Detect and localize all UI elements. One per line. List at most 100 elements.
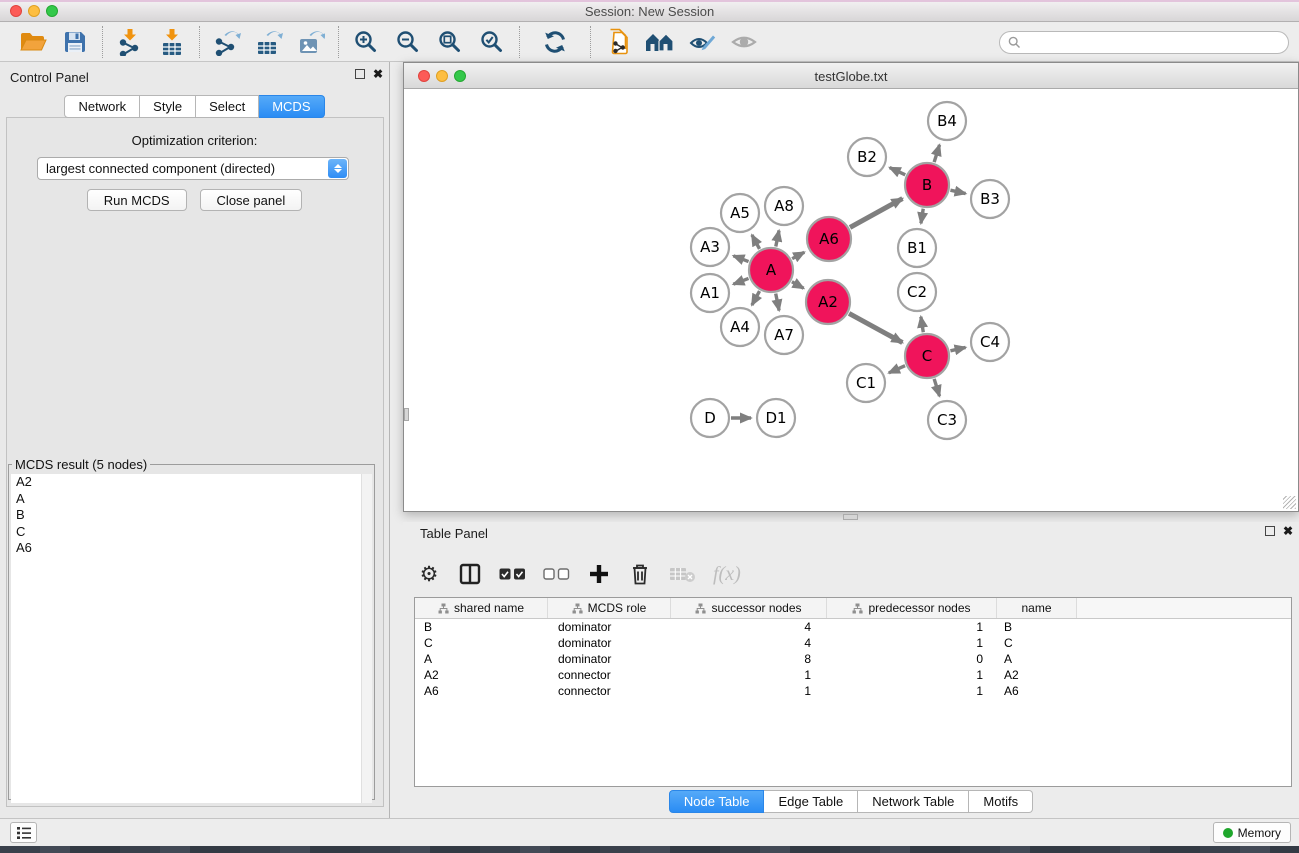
graph-edge-A-A3[interactable] [733, 256, 748, 262]
table-row[interactable]: Bdominator41B [415, 619, 1291, 635]
export-network-icon[interactable] [206, 25, 248, 59]
tab-network[interactable]: Network [64, 95, 140, 118]
table-settings-icon[interactable]: ⚙ [417, 559, 441, 589]
table-close-icon[interactable]: ✖ [1283, 526, 1293, 536]
result-item-a6[interactable]: A6 [11, 540, 372, 557]
column-header-name[interactable]: name [997, 598, 1077, 618]
graph-edge-C-C4[interactable] [950, 347, 965, 350]
table-row[interactable]: Cdominator41C [415, 635, 1291, 651]
select-all-icon[interactable] [499, 559, 526, 589]
run-mcds-button[interactable]: Run MCDS [87, 189, 187, 211]
open-file-icon[interactable] [12, 25, 54, 59]
table-cell: 1 [671, 683, 827, 699]
refresh-icon[interactable] [534, 25, 576, 59]
graph-node-label-B: B [922, 176, 932, 194]
table-float-icon[interactable] [1265, 526, 1275, 536]
column-header-successor-nodes[interactable]: successor nodes [671, 598, 827, 618]
float-panel-icon[interactable] [355, 69, 365, 79]
graph-edge-C-C3[interactable] [934, 379, 939, 396]
table-cell: A2 [997, 667, 1077, 683]
memory-label: Memory [1238, 826, 1281, 840]
export-image-icon[interactable] [290, 25, 332, 59]
search-field[interactable] [999, 31, 1289, 54]
control-panel-tabs: NetworkStyleSelectMCDS [0, 95, 389, 118]
graph-node-label-C4: C4 [980, 333, 1000, 351]
graph-edge-A-A4[interactable] [752, 291, 760, 305]
graph-edge-A6-B[interactable] [850, 199, 902, 228]
column-tree-icon [695, 603, 706, 614]
zoom-in-icon[interactable] [345, 25, 387, 59]
deselect-all-icon[interactable] [543, 559, 570, 589]
horizontal-splitter-grip[interactable] [843, 514, 858, 520]
table-toolbar: ⚙ f(x) [417, 554, 741, 594]
graph-edge-B-B1[interactable] [921, 209, 923, 224]
table-tab-node-table[interactable]: Node Table [669, 790, 765, 813]
column-header-shared-name[interactable]: shared name [415, 598, 548, 618]
save-session-icon[interactable] [54, 25, 96, 59]
zoom-selected-icon[interactable] [471, 25, 513, 59]
result-scrollbar[interactable] [361, 474, 372, 803]
graph-edge-B-B4[interactable] [934, 145, 939, 162]
graph-node-label-A4: A4 [730, 318, 750, 336]
graph-node-label-B4: B4 [937, 112, 957, 130]
memory-button[interactable]: Memory [1213, 822, 1291, 843]
birds-eye-view-icon[interactable] [639, 25, 681, 59]
show-hide-details-icon[interactable] [723, 25, 765, 59]
show-panels-button[interactable] [10, 822, 37, 843]
tab-mcds[interactable]: MCDS [259, 95, 324, 118]
search-icon [1008, 36, 1021, 49]
result-item-a2[interactable]: A2 [11, 474, 372, 491]
graph-edge-A-A7[interactable] [776, 294, 779, 311]
status-bar: Memory [0, 818, 1299, 846]
graph-edge-B-B2[interactable] [890, 168, 906, 175]
zoom-out-icon[interactable] [387, 25, 429, 59]
show-columns-icon[interactable] [458, 559, 482, 589]
graph-edge-A-A6[interactable] [792, 252, 804, 258]
table-cell: 1 [827, 683, 997, 699]
close-panel-button[interactable]: Close panel [200, 189, 303, 211]
graph-edge-A2-C[interactable] [849, 313, 902, 342]
table-row[interactable]: A6connector11A6 [415, 683, 1291, 699]
window-resize-grip[interactable] [1283, 496, 1296, 509]
result-item-a[interactable]: A [11, 491, 372, 508]
table-tab-edge-table[interactable]: Edge Table [764, 790, 858, 813]
graph-edge-A-A5[interactable] [752, 235, 760, 249]
network-canvas[interactable]: B4B2BB3A5A8A6B1A3AC2A1A2A4A7C4CC1C3DD1 [404, 90, 1298, 511]
table-row[interactable]: A2connector11A2 [415, 667, 1291, 683]
add-column-icon[interactable] [587, 559, 611, 589]
zoom-fit-icon[interactable] [429, 25, 471, 59]
graph-edge-C-C2[interactable] [921, 317, 923, 333]
column-header-predecessor-nodes[interactable]: predecessor nodes [827, 598, 997, 618]
node-table: shared nameMCDS rolesuccessor nodesprede… [414, 597, 1292, 787]
graph-edge-C-C1[interactable] [889, 366, 905, 373]
canvas-left-grip[interactable] [404, 408, 409, 421]
import-table-icon[interactable] [151, 25, 193, 59]
column-tree-icon [572, 603, 583, 614]
desktop-background [0, 846, 1299, 853]
table-tab-motifs[interactable]: Motifs [969, 790, 1033, 813]
table-tab-network-table[interactable]: Network Table [858, 790, 969, 813]
table-cell: connector [548, 683, 671, 699]
tab-style[interactable]: Style [140, 95, 196, 118]
table-row[interactable]: Adominator80A [415, 651, 1291, 667]
import-network-icon[interactable] [109, 25, 151, 59]
toolbar-separator [519, 26, 520, 58]
tab-select[interactable]: Select [196, 95, 259, 118]
close-panel-icon[interactable]: ✖ [373, 69, 383, 79]
toolbar-separator [102, 26, 103, 58]
criterion-dropdown[interactable]: largest connected component (directed) [37, 157, 349, 180]
table-cell: C [415, 635, 548, 651]
graphics-details-icon[interactable] [681, 25, 723, 59]
delete-column-icon[interactable] [628, 559, 652, 589]
graph-edge-A-A1[interactable] [733, 278, 748, 284]
search-input[interactable] [1025, 34, 1288, 52]
new-network-from-selection-icon[interactable] [597, 25, 639, 59]
export-table-icon[interactable] [248, 25, 290, 59]
result-item-c[interactable]: C [11, 524, 372, 541]
graph-edge-B-B3[interactable] [950, 190, 965, 193]
result-item-b[interactable]: B [11, 507, 372, 524]
graph-edge-A-A8[interactable] [776, 230, 779, 246]
network-window-titlebar[interactable]: testGlobe.txt [404, 63, 1298, 89]
column-header-MCDS-role[interactable]: MCDS role [548, 598, 671, 618]
graph-edge-A-A2[interactable] [792, 282, 804, 289]
